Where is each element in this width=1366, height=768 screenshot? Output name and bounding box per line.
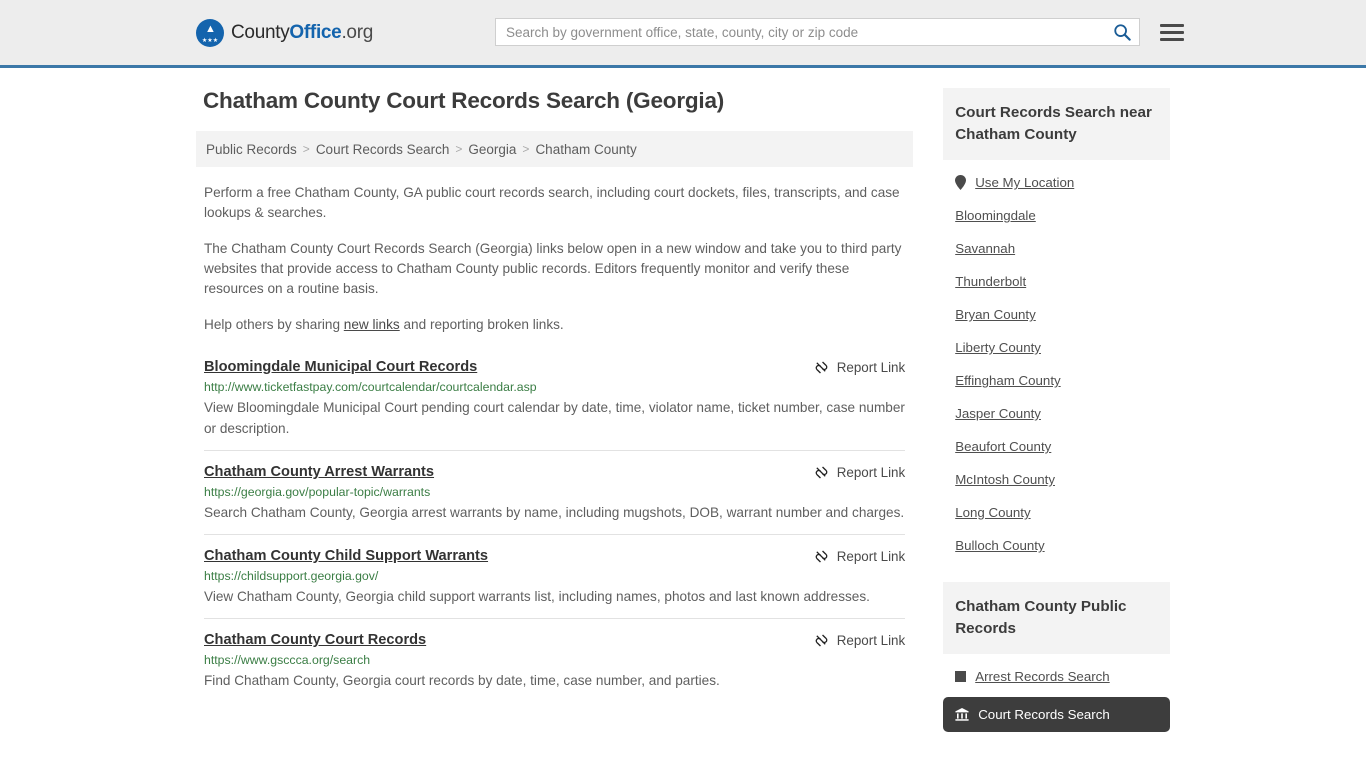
- sidebar-item-use-my-location[interactable]: Use My Location: [943, 166, 1170, 199]
- sidebar-item-thunderbolt[interactable]: Thunderbolt: [943, 265, 1170, 298]
- intro-paragraph-2: The Chatham County Court Records Search …: [204, 241, 902, 296]
- logo-text-office: Office: [289, 21, 342, 43]
- sidebar-item-arrest-records-search[interactable]: Arrest Records Search: [943, 660, 1170, 693]
- broken-link-icon: [815, 361, 828, 374]
- report-link-button[interactable]: Report Link: [814, 632, 905, 648]
- intro-p3-before: Help others by sharing: [204, 317, 344, 332]
- breadcrumb-separator-icon: >: [455, 142, 463, 156]
- result-header: Chatham County Arrest Warrants Report Li…: [204, 464, 905, 480]
- result-title-link[interactable]: Chatham County Court Records: [204, 632, 426, 648]
- sidebar-item-bulloch-county[interactable]: Bulloch County: [943, 529, 1170, 562]
- use-my-location-link[interactable]: Use My Location: [975, 175, 1074, 190]
- square-icon: [955, 671, 967, 682]
- hamburger-menu-icon[interactable]: [1160, 23, 1184, 41]
- search-box[interactable]: [495, 18, 1140, 46]
- sidebar-item-long-county[interactable]: Long County: [943, 496, 1170, 529]
- result-url: https://www.gsccca.org/search: [204, 653, 371, 667]
- breadcrumb-item-chatham-county[interactable]: Chatham County: [535, 142, 636, 157]
- report-link-button[interactable]: Report Link: [814, 548, 905, 564]
- result-header: Bloomingdale Municipal Court Records Rep…: [204, 359, 905, 375]
- result-url: https://georgia.gov/popular-topic/warran…: [204, 485, 431, 499]
- intro-paragraph-3: Help others by sharing new links and rep…: [204, 315, 905, 335]
- main-content: Chatham County Court Records Search (Geo…: [196, 68, 914, 732]
- report-link-label: Report Link: [836, 360, 906, 375]
- breadcrumb-separator-icon: >: [522, 142, 530, 156]
- sidebar-item-liberty-county[interactable]: Liberty County: [943, 331, 1170, 364]
- sidebar-item-jasper-county[interactable]: Jasper County: [943, 397, 1170, 430]
- sidebar-link[interactable]: McIntosh County: [955, 472, 1055, 487]
- site-header: ▲ ★★★ CountyOffice.org: [0, 0, 1366, 68]
- result-url: http://www.ticketfastpay.com/courtcalend…: [204, 380, 537, 394]
- breadcrumb-item-court-records-search[interactable]: Court Records Search: [316, 142, 450, 157]
- breadcrumb: Public Records > Court Records Search > …: [196, 131, 914, 167]
- sidebar-item-court-records-search[interactable]: Court Records Search: [943, 697, 1170, 732]
- result-description: View Chatham County, Georgia child suppo…: [204, 589, 870, 604]
- broken-link-icon: [815, 550, 828, 563]
- sidebar-nearby-list: Use My Location Bloomingdale Savannah Th…: [943, 166, 1170, 562]
- report-link-button[interactable]: Report Link: [814, 359, 905, 375]
- sidebar-link[interactable]: Thunderbolt: [955, 274, 1026, 289]
- breadcrumb-separator-icon: >: [302, 142, 310, 156]
- result-item: Chatham County Child Support Warrants Re…: [204, 534, 906, 618]
- header-search-area: [495, 18, 1184, 46]
- bank-icon: [955, 708, 969, 721]
- intro-p3-after: and reporting broken links.: [399, 317, 564, 332]
- result-title-link[interactable]: Chatham County Child Support Warrants: [204, 548, 488, 564]
- sidebar-item-savannah[interactable]: Savannah: [943, 232, 1170, 265]
- sidebar-link[interactable]: Jasper County: [955, 406, 1041, 421]
- sidebar-link[interactable]: Liberty County: [955, 340, 1041, 355]
- new-links-link[interactable]: new links: [344, 317, 400, 332]
- page-title: Chatham County Court Records Search (Geo…: [203, 88, 725, 113]
- report-link-label: Report Link: [836, 549, 906, 564]
- result-description: Find Chatham County, Georgia court recor…: [204, 673, 720, 688]
- search-input[interactable]: [506, 24, 1113, 40]
- sidebar-nearby-heading: Court Records Search near Chatham County: [943, 88, 1170, 160]
- broken-link-icon: [815, 466, 828, 479]
- intro-text: Perform a free Chatham County, GA public…: [196, 183, 913, 335]
- result-item: Bloomingdale Municipal Court Records Rep…: [204, 348, 905, 450]
- result-title-link[interactable]: Bloomingdale Municipal Court Records: [204, 359, 477, 375]
- result-title-link[interactable]: Chatham County Arrest Warrants: [204, 464, 434, 480]
- logo-text: CountyOffice.org: [231, 22, 373, 44]
- result-description: View Bloomingdale Municipal Court pendin…: [204, 400, 905, 436]
- breadcrumb-item-public-records[interactable]: Public Records: [206, 142, 297, 157]
- sidebar-link[interactable]: Bloomingdale: [955, 208, 1036, 223]
- page-container: Chatham County Court Records Search (Geo…: [0, 68, 1366, 732]
- sidebar-link[interactable]: Savannah: [955, 241, 1015, 256]
- result-header: Chatham County Child Support Warrants Re…: [204, 548, 905, 564]
- results-list: Bloomingdale Municipal Court Records Rep…: [196, 348, 913, 702]
- sidebar-link[interactable]: Arrest Records Search: [975, 669, 1110, 684]
- map-pin-icon: [955, 175, 967, 190]
- site-logo[interactable]: ▲ ★★★ CountyOffice.org: [196, 18, 373, 47]
- sidebar-link[interactable]: Effingham County: [955, 373, 1060, 388]
- sidebar: Court Records Search near Chatham County…: [943, 68, 1170, 732]
- sidebar-item-bloomingdale[interactable]: Bloomingdale: [943, 199, 1170, 232]
- sidebar-public-records-heading: Chatham County Public Records: [943, 582, 1170, 654]
- logo-text-county: County: [231, 21, 290, 43]
- sidebar-link[interactable]: Court Records Search: [978, 707, 1110, 722]
- result-header: Chatham County Court Records Report Link: [204, 632, 905, 648]
- report-link-label: Report Link: [836, 633, 906, 648]
- sidebar-item-mcintosh-county[interactable]: McIntosh County: [943, 463, 1170, 496]
- sidebar-link[interactable]: Long County: [955, 505, 1030, 520]
- sidebar-item-bryan-county[interactable]: Bryan County: [943, 298, 1170, 331]
- sidebar-link[interactable]: Bulloch County: [955, 538, 1044, 553]
- sidebar-public-records-list: Arrest Records Search Court Records Sear…: [943, 660, 1170, 732]
- result-item: Chatham County Court Records Report Link…: [204, 618, 906, 702]
- result-item: Chatham County Arrest Warrants Report Li…: [204, 450, 906, 534]
- result-description: Search Chatham County, Georgia arrest wa…: [204, 505, 905, 520]
- intro-paragraph-1: Perform a free Chatham County, GA public…: [204, 185, 900, 220]
- sidebar-link[interactable]: Beaufort County: [955, 439, 1051, 454]
- broken-link-icon: [815, 634, 828, 647]
- sidebar-link[interactable]: Bryan County: [955, 307, 1036, 322]
- report-link-label: Report Link: [836, 465, 906, 480]
- breadcrumb-item-georgia[interactable]: Georgia: [468, 142, 516, 157]
- sidebar-item-effingham-county[interactable]: Effingham County: [943, 364, 1170, 397]
- report-link-button[interactable]: Report Link: [814, 464, 905, 480]
- logo-text-org: .org: [341, 21, 373, 43]
- result-url: https://childsupport.georgia.gov/: [204, 569, 379, 583]
- search-icon[interactable]: [1113, 23, 1131, 41]
- eagle-shield-logo-icon: ▲ ★★★: [196, 18, 224, 47]
- sidebar-item-beaufort-county[interactable]: Beaufort County: [943, 430, 1170, 463]
